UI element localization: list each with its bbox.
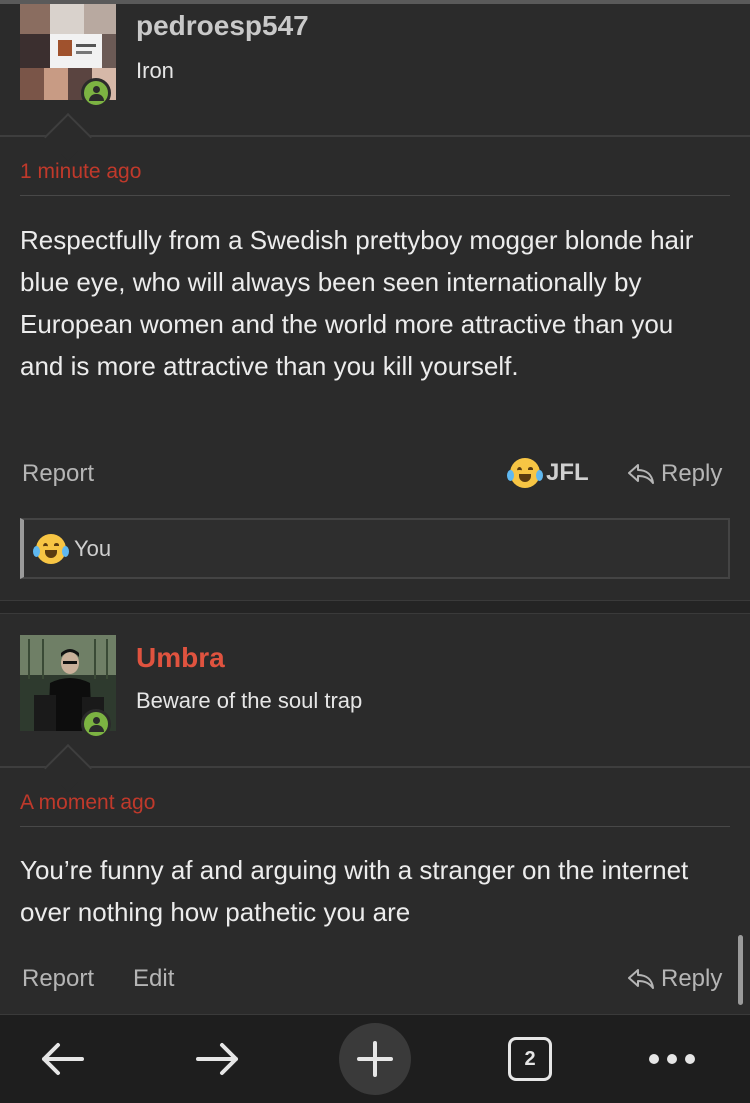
- post-timestamp[interactable]: 1 minute ago: [20, 160, 141, 184]
- post-body: Respectfully from a Swedish prettyboy mo…: [20, 225, 694, 381]
- post-timestamp[interactable]: A moment ago: [20, 791, 155, 815]
- reaction-label: JFL: [546, 459, 589, 486]
- report-button[interactable]: Report: [22, 965, 94, 993]
- online-status-icon: [81, 709, 111, 739]
- username[interactable]: pedroesp547: [136, 10, 309, 42]
- reply-label: Reply: [661, 965, 723, 992]
- reactions-summary[interactable]: You: [20, 518, 730, 579]
- online-status-icon: [81, 78, 111, 108]
- post: pedroesp547 Iron 1 minute ago Respectful…: [0, 0, 750, 600]
- edit-label: Edit: [133, 965, 175, 992]
- reply-button[interactable]: Reply: [627, 965, 722, 993]
- caret-pointer: [43, 743, 93, 793]
- post-separator: [0, 600, 750, 614]
- more-icon: [649, 1054, 695, 1064]
- reply-icon: [628, 969, 654, 989]
- reactions-summary-text: You: [74, 535, 112, 561]
- new-tab-button[interactable]: [339, 1023, 411, 1095]
- more-button[interactable]: [636, 1023, 708, 1095]
- post: Umbra Beware of the soul trap A moment a…: [0, 614, 750, 1014]
- forward-button[interactable]: [182, 1023, 254, 1095]
- forward-arrow-icon: [196, 1043, 238, 1075]
- post-body: You’re funny af and arguing with a stran…: [20, 855, 689, 927]
- divider: [20, 195, 730, 196]
- reaction-button[interactable]: JFL: [507, 458, 589, 488]
- report-label: Report: [22, 965, 95, 992]
- divider: [0, 135, 750, 137]
- reply-button[interactable]: Reply: [627, 460, 722, 488]
- report-label: Report: [22, 460, 95, 487]
- divider: [0, 766, 750, 768]
- divider: [20, 826, 730, 827]
- user-title: Beware of the soul trap: [136, 688, 363, 713]
- username[interactable]: Umbra: [136, 642, 225, 674]
- crying-laughing-emoji-icon: [33, 533, 69, 564]
- crying-laughing-emoji-icon: [507, 458, 543, 488]
- back-arrow-icon: [42, 1043, 84, 1075]
- user-title: Iron: [136, 58, 174, 83]
- caret-pointer: [43, 112, 93, 162]
- back-button[interactable]: [26, 1023, 98, 1095]
- edit-button[interactable]: Edit: [133, 965, 174, 993]
- browser-toolbar: 2: [0, 1014, 750, 1103]
- reply-label: Reply: [661, 460, 723, 487]
- reply-icon: [628, 464, 654, 484]
- tabs-button[interactable]: 2: [494, 1023, 566, 1095]
- tabs-icon: 2: [508, 1037, 552, 1081]
- report-button[interactable]: Report: [22, 460, 94, 488]
- scrollbar[interactable]: [738, 935, 743, 1005]
- plus-icon: [357, 1041, 393, 1077]
